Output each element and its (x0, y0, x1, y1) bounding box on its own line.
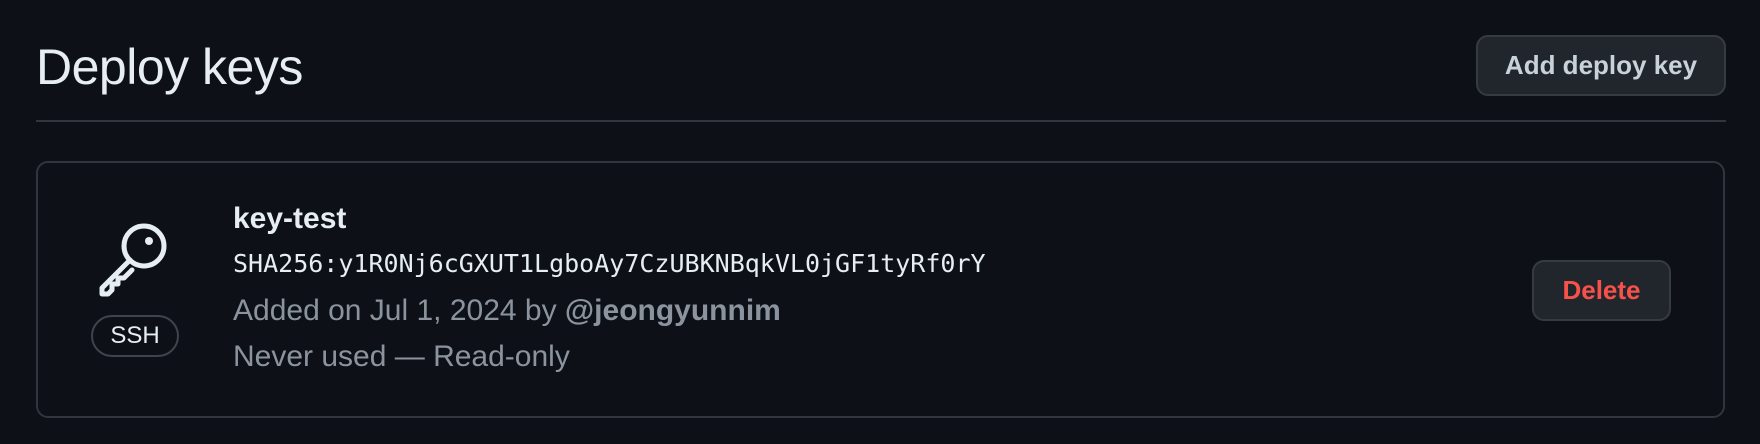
key-usage-status: Never used — Read-only (233, 340, 570, 373)
add-deploy-key-button[interactable]: Add deploy key (1476, 35, 1726, 96)
added-by-user-link[interactable]: @jeongyunnim (565, 294, 781, 327)
deploy-keys-page: Deploy keys Add deploy key SSH key-test … (0, 0, 1760, 444)
added-date-text: Added on Jul 1, 2024 by (233, 294, 565, 327)
key-type-badge: SSH (91, 315, 179, 357)
page-title: Deploy keys (36, 39, 303, 95)
delete-key-button[interactable]: Delete (1532, 260, 1671, 321)
key-fingerprint: SHA256:y1R0Nj6cGXUT1LgboAy7CzUBKNBqkVL0j… (233, 249, 986, 278)
key-title: key-test (233, 202, 347, 235)
deploy-key-item: SSH key-test SHA256:y1R0Nj6cGXUT1LgboAy7… (36, 161, 1725, 418)
key-icon (94, 218, 174, 298)
key-added-info: Added on Jul 1, 2024 by @jeongyunnim (233, 293, 986, 339)
key-details: key-test SHA256:y1R0Nj6cGXUT1LgboAy7CzUB… (233, 201, 986, 375)
deploy-keys-header: Deploy keys Add deploy key (36, 24, 1726, 122)
